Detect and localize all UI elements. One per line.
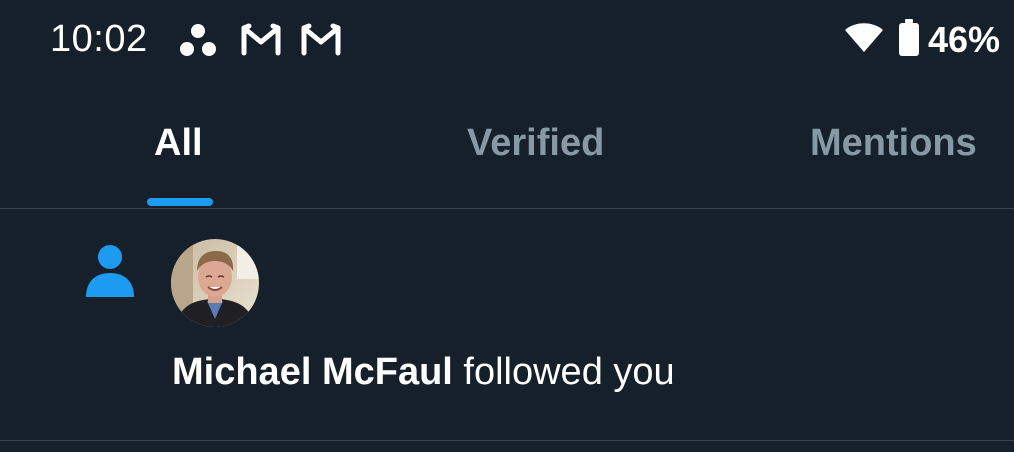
- notification-divider: [0, 440, 1014, 441]
- wifi-icon: [844, 22, 884, 59]
- notification-tabs: All Verified Mentions: [0, 100, 1014, 208]
- status-bar: 10:02 46%: [0, 0, 1014, 80]
- notification-user-name[interactable]: Michael McFaul: [172, 351, 453, 393]
- notification-item[interactable]: Michael McFaul followed you: [0, 209, 1014, 440]
- battery-icon: [898, 18, 920, 62]
- active-tab-indicator: [147, 198, 213, 206]
- avatar[interactable]: [171, 239, 259, 327]
- gmail-icon: [300, 22, 342, 61]
- status-right-group: 46%: [844, 18, 1000, 62]
- battery-percent: 46%: [927, 19, 1000, 60]
- notification-text: Michael McFaul followed you: [172, 351, 675, 394]
- gmail-icon: [240, 22, 282, 61]
- tab-all[interactable]: All: [154, 122, 203, 165]
- tab-verified[interactable]: Verified: [467, 122, 604, 165]
- tab-mentions[interactable]: Mentions: [810, 122, 977, 165]
- status-time: 10:02: [50, 18, 148, 60]
- person-icon: [84, 243, 136, 304]
- notification-action: followed you: [452, 351, 675, 393]
- cluster-app-icon: [178, 22, 218, 63]
- notifications-screen: 10:02 46% All Verified Mentions Michael …: [0, 0, 1014, 452]
